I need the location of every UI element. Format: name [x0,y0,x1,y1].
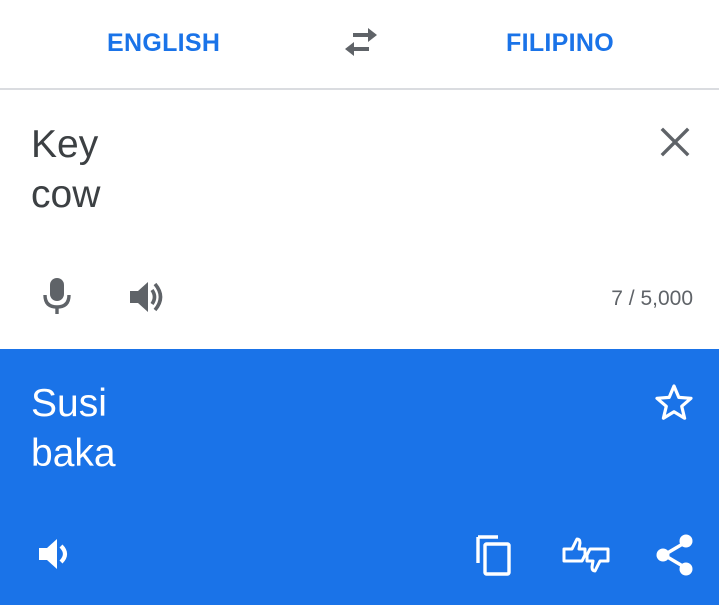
star-outline-icon [654,383,694,421]
copy-translation-button[interactable] [472,533,516,577]
speaker-icon [36,535,78,573]
source-language-button[interactable]: ENGLISH [107,0,220,86]
source-text-input[interactable]: Key cow [31,120,100,220]
clear-input-button[interactable] [657,124,693,160]
save-translation-button[interactable] [654,383,694,421]
character-count: 7 / 5,000 [611,287,693,310]
translated-text: Susi baka [31,382,116,475]
swap-languages-button[interactable] [339,22,383,62]
language-bar: ENGLISH FILIPINO [0,0,719,90]
translation-output-panel: Susi baka [0,349,719,605]
microphone-icon [40,276,74,316]
listen-translation-button[interactable] [36,535,78,573]
speaker-icon [127,279,167,315]
copy-icon [472,533,516,577]
listen-source-button[interactable] [127,279,167,315]
share-icon [654,533,696,577]
source-input-panel: Key cow 7 / 5,000 [0,90,719,349]
rate-translation-button[interactable] [560,533,612,577]
feedback-thumbs-icon [560,533,612,577]
share-translation-button[interactable] [654,533,696,577]
close-icon [657,124,693,160]
voice-input-button[interactable] [40,276,74,316]
target-language-button[interactable]: FILIPINO [506,0,614,86]
swap-horiz-icon [339,22,383,62]
